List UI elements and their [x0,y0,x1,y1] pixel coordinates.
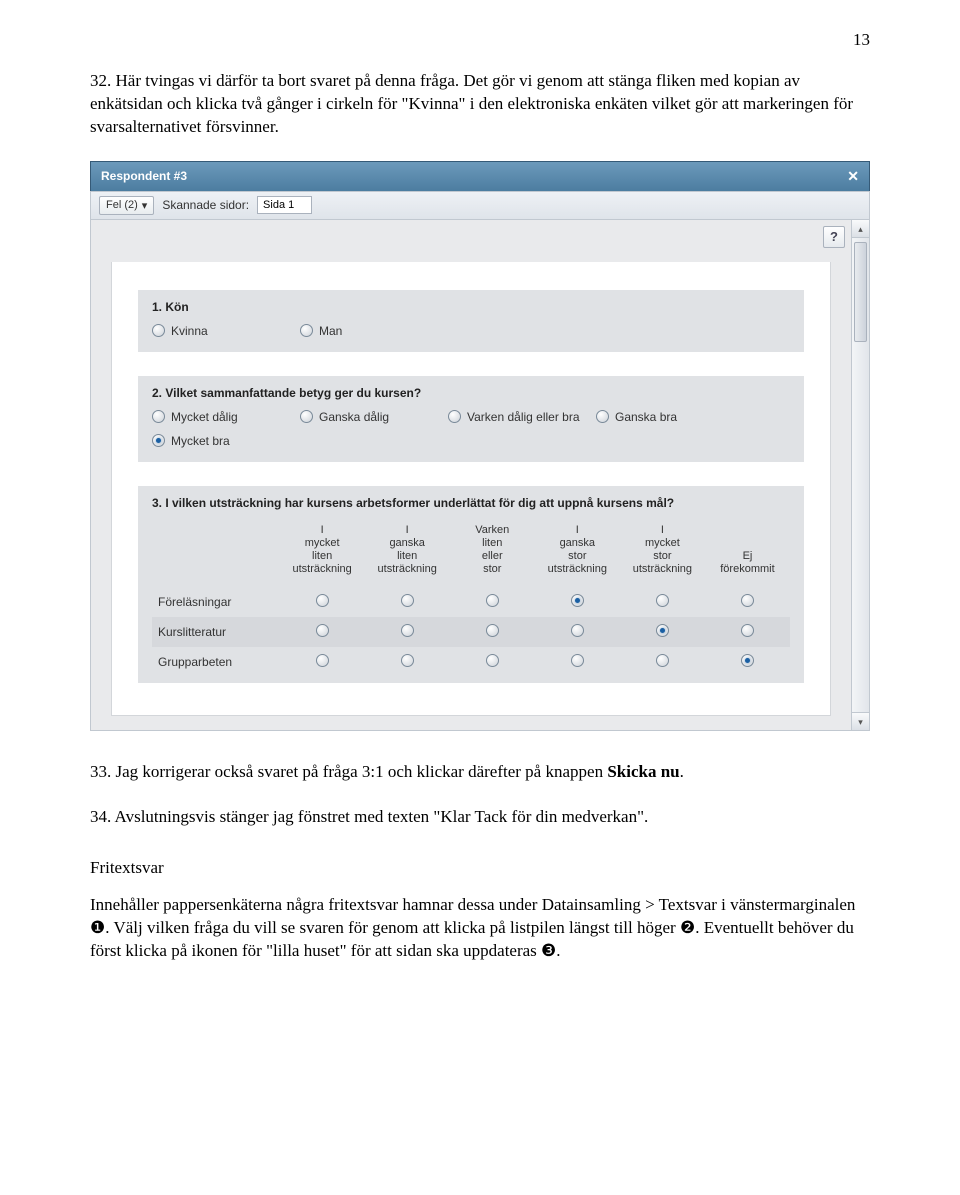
marker-3-icon: ❸ [541,941,556,960]
fritext-d: . [556,941,560,960]
paragraph-32: 32. Här tvingas vi därför ta bort svaret… [90,70,870,139]
window-title: Respondent #3 [101,169,187,183]
radio-icon[interactable] [486,624,499,637]
q1-opt-label: Man [319,324,342,338]
radio-icon [300,324,313,337]
radio-icon[interactable] [571,654,584,667]
page-number: 13 [90,30,870,50]
radio-icon[interactable] [571,624,584,637]
paragraph-fritextsvar: Innehåller pappersenkäterna några fritex… [90,894,870,963]
q1-opt-kvinna[interactable]: Kvinna [152,324,292,338]
radio-icon [152,434,165,447]
q2-option-label: Varken dålig eller bra [467,410,580,424]
q3-column-header: Ejförekommit [705,520,790,587]
q3-column-header: Imycketstorutsträckning [620,520,705,587]
survey-paper: 1. Kön Kvinna Man [111,262,831,716]
radio-icon[interactable] [401,594,414,607]
q2-option[interactable]: Ganska bra [596,410,736,424]
q3-column-header: Varkenlitenellerstor [450,520,535,587]
q2-option-label: Mycket bra [171,434,230,448]
paragraph-34: 34. Avslutningsvis stänger jag fönstret … [90,806,870,829]
radio-icon[interactable] [401,624,414,637]
q3-row-label: Kurslitteratur [152,617,280,647]
q3-column-header: Iganskalitenutsträckning [365,520,450,587]
radio-icon [448,410,461,423]
scroll-thumb[interactable] [854,242,867,342]
radio-icon[interactable] [656,594,669,607]
q1-title: 1. Kön [152,300,790,314]
radio-icon [596,410,609,423]
scroll-track[interactable] [852,238,869,712]
skannade-sidor-input[interactable] [257,196,312,214]
fel-label: Fel (2) [106,199,138,211]
q2-option[interactable]: Ganska dålig [300,410,440,424]
close-icon[interactable]: ✕ [847,168,859,185]
q2-option-label: Mycket dålig [171,410,238,424]
fritext-b: . Välj vilken fråga du vill se svaren fö… [105,918,680,937]
q3-column-header: Iganskastorutsträckning [535,520,620,587]
radio-icon[interactable] [741,654,754,667]
chevron-down-icon: ▾ [142,199,148,212]
radio-icon[interactable] [656,654,669,667]
q1-opt-man[interactable]: Man [300,324,440,338]
help-button[interactable]: ? [823,226,845,248]
radio-icon [152,324,165,337]
window-titlebar: Respondent #3 ✕ [90,161,870,191]
paragraph-33: 33. Jag korrigerar också svaret på fråga… [90,761,870,784]
marker-2-icon: ❷ [680,918,695,937]
radio-icon[interactable] [571,594,584,607]
q2-option-label: Ganska dålig [319,410,389,424]
radio-icon[interactable] [741,624,754,637]
p33-bold: Skicka nu [607,762,679,781]
fel-dropdown[interactable]: Fel (2) ▾ [99,196,154,215]
question-3: 3. I vilken utsträckning har kursens arb… [138,486,804,683]
app-screenshot: Respondent #3 ✕ Fel (2) ▾ Skannade sidor… [90,161,870,731]
q3-row-label: Föreläsningar [152,587,280,617]
p33-tail: . [680,762,684,781]
radio-icon[interactable] [486,594,499,607]
radio-icon[interactable] [316,594,329,607]
q3-column-header: Imycketlitenutsträckning [280,520,365,587]
marker-1-icon: ❶ [90,918,105,937]
window-toolbar: Fel (2) ▾ Skannade sidor: [90,191,870,220]
skannade-label: Skannade sidor: [162,198,249,212]
q3-row-label: Grupparbeten [152,647,280,677]
vertical-scrollbar[interactable]: ▴ ▾ [851,220,869,730]
radio-icon [152,410,165,423]
radio-icon[interactable] [741,594,754,607]
q2-option[interactable]: Mycket bra [152,434,292,448]
q3-title: 3. I vilken utsträckning har kursens arb… [152,496,790,510]
radio-icon[interactable] [316,654,329,667]
scroll-down-icon[interactable]: ▾ [852,712,869,730]
q1-opt-label: Kvinna [171,324,208,338]
radio-icon[interactable] [316,624,329,637]
q2-option[interactable]: Mycket dålig [152,410,292,424]
radio-icon [300,410,313,423]
q2-option[interactable]: Varken dålig eller bra [448,410,588,424]
radio-icon[interactable] [401,654,414,667]
q3-matrix: ImycketlitenutsträckningIganskalitenutst… [152,520,790,677]
survey-viewport: ? 1. Kön Kvinna Man [91,220,851,730]
section-heading-fritextsvar: Fritextsvar [90,858,870,878]
p33-text: 33. Jag korrigerar också svaret på fråga… [90,762,607,781]
question-1: 1. Kön Kvinna Man [138,290,804,352]
q2-option-label: Ganska bra [615,410,677,424]
fritext-a: Innehåller pappersenkäterna några fritex… [90,895,855,914]
q2-title: 2. Vilket sammanfattande betyg ger du ku… [152,386,790,400]
radio-icon[interactable] [656,624,669,637]
scroll-up-icon[interactable]: ▴ [852,220,869,238]
question-2: 2. Vilket sammanfattande betyg ger du ku… [138,376,804,462]
radio-icon[interactable] [486,654,499,667]
